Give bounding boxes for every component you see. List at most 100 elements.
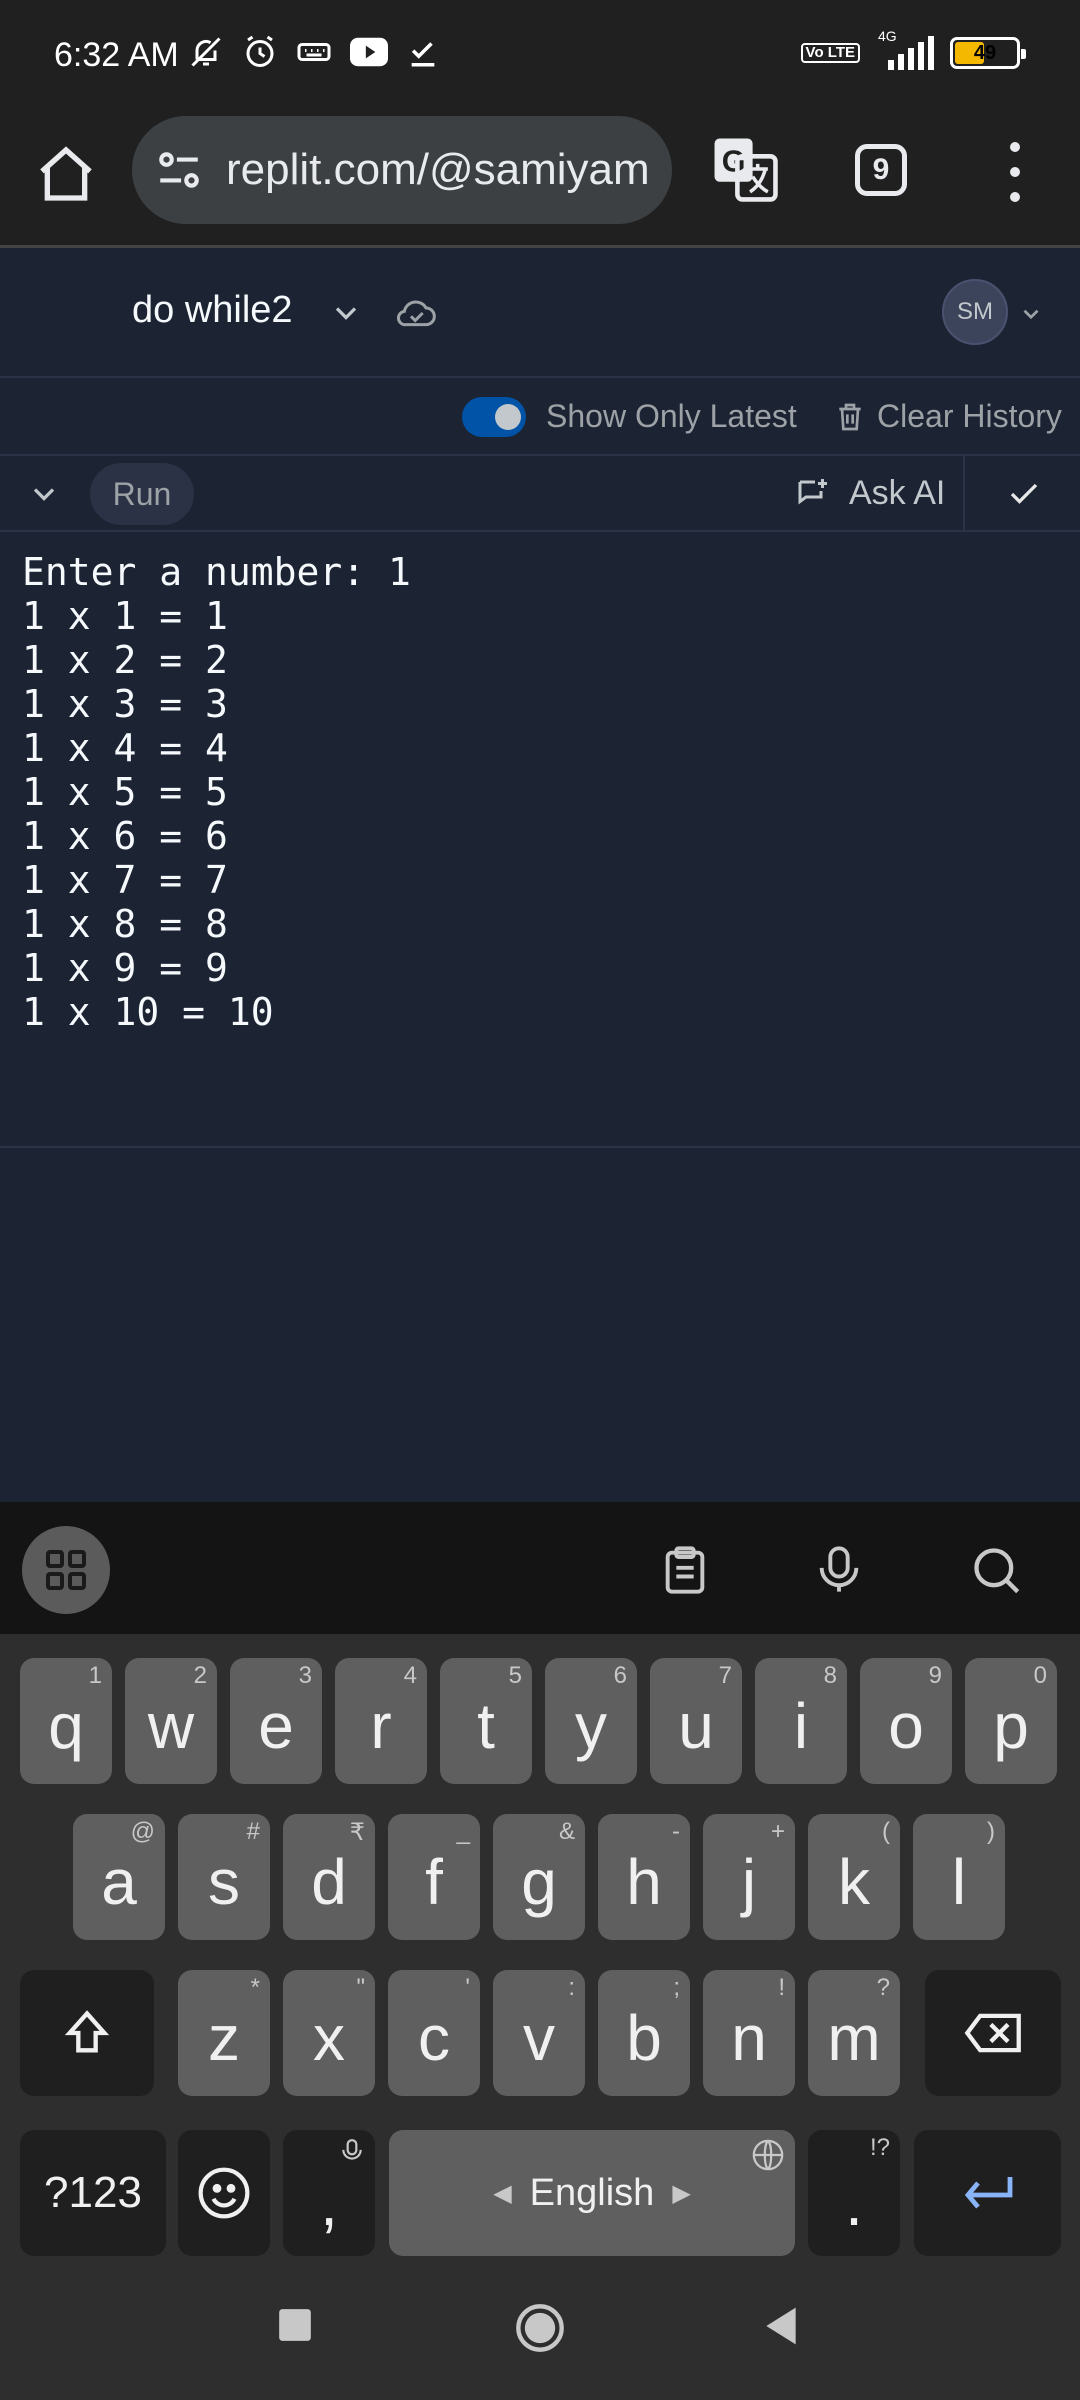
console-line: 1 x 8 = 8 (22, 902, 228, 946)
key-a[interactable]: a @ (73, 1814, 165, 1940)
symbols-key[interactable]: ?123 (20, 2130, 166, 2256)
globe-icon (752, 2139, 784, 2171)
key-j[interactable]: j + (703, 1814, 795, 1940)
key-e[interactable]: e3 (230, 1658, 322, 1784)
home-icon[interactable] (34, 142, 98, 206)
key-i[interactable]: i8 (755, 1658, 847, 1784)
ask-ai-button[interactable]: Ask AI (849, 474, 945, 513)
key-y[interactable]: y6 (545, 1658, 637, 1784)
volte-icon: Vo LTE (800, 43, 860, 63)
show-only-latest-label[interactable]: Show Only Latest (546, 398, 797, 435)
key-l[interactable]: l) (913, 1814, 1005, 1940)
key-f[interactable]: f _ (388, 1814, 480, 1940)
system-navigation-bar (0, 2262, 1080, 2400)
keyboard-apps-button[interactable] (22, 1526, 110, 1614)
soft-keyboard: ?123 , ◀ English ▶ . !? q1w2e3r4t5y6u7i8… (0, 1634, 1080, 2262)
toolbar-divider (963, 456, 965, 532)
translate-icon[interactable]: G (712, 136, 778, 202)
period-key[interactable]: . !? (808, 2130, 900, 2256)
backspace-icon (964, 2013, 1021, 2053)
mic-hint-icon (342, 2139, 362, 2160)
notification-icons (188, 34, 440, 70)
back-nav-icon[interactable] (762, 2304, 800, 2348)
key-r[interactable]: r4 (335, 1658, 427, 1784)
clipboard-icon[interactable] (659, 1544, 711, 1596)
youtube-icon (350, 37, 388, 67)
console-line: 1 x 2 = 2 (22, 638, 228, 682)
console-line: 1 x 1 = 1 (22, 594, 228, 638)
key-m[interactable]: m? (808, 1970, 900, 2096)
enter-key[interactable] (914, 2130, 1061, 2256)
keyboard-icon (297, 43, 331, 61)
enter-icon (964, 2177, 1012, 2209)
shift-icon (64, 2010, 110, 2053)
console-line: 1 x 6 = 6 (22, 814, 228, 858)
key-g[interactable]: g & (493, 1814, 585, 1940)
system-icons: Vo LTE 4G 49 (800, 28, 1026, 70)
backspace-key[interactable] (925, 1970, 1061, 2096)
url-text[interactable]: replit.com/@samiyam (226, 145, 650, 195)
grid-icon (46, 1550, 86, 1590)
task-done-icon (411, 42, 435, 67)
tab-switcher-button[interactable]: 9 (855, 144, 907, 196)
console-output[interactable]: Enter a number: 11 x 1 = 11 x 2 = 21 x 3… (0, 532, 1080, 1148)
emoji-key[interactable] (178, 2130, 270, 2256)
comma-key[interactable]: , (283, 2130, 375, 2256)
svg-text:G: G (722, 145, 746, 179)
console-line: 1 x 9 = 9 (22, 946, 228, 990)
ask-ai-icon[interactable] (794, 476, 830, 512)
collapse-chevron-icon[interactable] (26, 476, 62, 512)
console-line: 1 x 4 = 4 (22, 726, 228, 770)
microphone-icon[interactable] (813, 1544, 865, 1596)
browser-toolbar: replit.com/@samiyam G 9 (0, 112, 1080, 248)
show-only-latest-toggle[interactable] (462, 397, 526, 437)
console-line: 1 x 7 = 7 (22, 858, 228, 902)
repl-header: do while2 SM (0, 251, 1080, 378)
key-q[interactable]: q1 (20, 1658, 112, 1784)
trash-icon[interactable] (834, 400, 866, 434)
battery-icon: 49 (950, 37, 1026, 69)
key-d[interactable]: d ₹ (283, 1814, 375, 1940)
space-key[interactable]: ◀ English ▶ (389, 2130, 795, 2256)
keyboard-toolbar (0, 1502, 1080, 1634)
key-w[interactable]: w2 (125, 1658, 217, 1784)
key-h[interactable]: h- (598, 1814, 690, 1940)
key-z[interactable]: z * (178, 1970, 270, 2096)
clear-history-button[interactable]: Clear History (877, 398, 1062, 435)
key-p[interactable]: p0 (965, 1658, 1057, 1784)
key-k[interactable]: k( (808, 1814, 900, 1940)
search-icon[interactable] (970, 1544, 1022, 1596)
bell-off-icon (191, 37, 221, 67)
more-menu-icon[interactable] (1000, 142, 1030, 202)
key-n[interactable]: n! (703, 1970, 795, 2096)
address-bar[interactable]: replit.com/@samiyam (132, 116, 672, 224)
recents-icon[interactable] (276, 2306, 314, 2344)
key-u[interactable]: u7 (650, 1658, 742, 1784)
alarm-icon (246, 35, 274, 67)
home-nav-icon[interactable] (514, 2302, 566, 2354)
status-bar: 6:32 AM Vo LTE 4G 49 (0, 0, 1080, 112)
space-right-arrow-icon: ▶ (672, 2179, 691, 2207)
user-avatar[interactable]: SM (942, 279, 1008, 345)
emoji-icon (198, 2167, 250, 2219)
key-s[interactable]: s # (178, 1814, 270, 1940)
signal-indicator: 4G (874, 28, 936, 70)
key-x[interactable]: x " (283, 1970, 375, 2096)
avatar-chevron-down-icon[interactable] (1018, 301, 1044, 327)
run-button[interactable]: Run (90, 463, 194, 525)
repl-name[interactable]: do while2 (132, 289, 293, 332)
key-t[interactable]: t5 (440, 1658, 532, 1784)
console-line: 1 x 3 = 3 (22, 682, 228, 726)
status-time: 6:32 AM (54, 36, 179, 74)
check-icon[interactable] (1004, 476, 1044, 512)
shift-key[interactable] (20, 1970, 154, 2096)
site-settings-icon[interactable] (154, 145, 204, 195)
console-line: 1 x 10 = 10 (22, 990, 274, 1034)
chevron-down-icon[interactable] (328, 295, 364, 331)
key-o[interactable]: o9 (860, 1658, 952, 1784)
key-v[interactable]: v: (493, 1970, 585, 2096)
key-b[interactable]: b; (598, 1970, 690, 2096)
key-c[interactable]: c ' (388, 1970, 480, 2096)
cloud-check-icon[interactable] (394, 293, 438, 333)
console-line: 1 x 5 = 5 (22, 770, 228, 814)
